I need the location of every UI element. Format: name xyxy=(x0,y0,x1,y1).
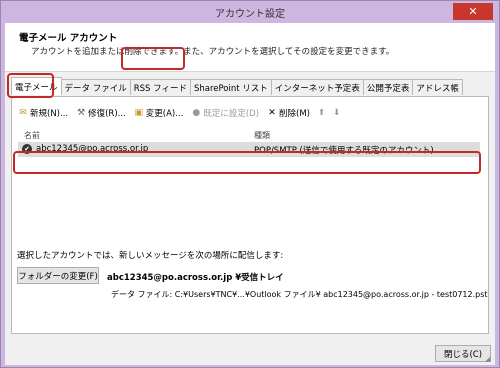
repair-icon: ⚒ xyxy=(77,108,86,118)
change-account-label: 変更(A)... xyxy=(145,109,184,119)
new-mail-icon: ✉ xyxy=(19,108,27,118)
dialog-client: 電子メール アカウント アカウントを追加または削除できます。また、アカウントを選… xyxy=(5,23,495,365)
window-title: アカウント設定 xyxy=(215,8,285,20)
resize-grip-icon[interactable]: ◢ xyxy=(485,355,493,363)
tab-published-calendars[interactable]: 公開予定表 xyxy=(362,79,414,95)
new-account-button[interactable]: ✉ 新規(N)... xyxy=(18,107,68,119)
header-pane: 電子メール アカウント アカウントを追加または削除できます。また、アカウントを選… xyxy=(5,23,495,72)
data-file-path: データ ファイル: C:¥Users¥TNC¥...¥Outlook ファイル¥… xyxy=(111,290,488,299)
up-arrow-icon: ⬆ xyxy=(317,108,326,118)
email-tab-highlight-box xyxy=(7,73,54,98)
repair-account-label: 修復(R)... xyxy=(88,109,126,119)
move-down-button[interactable]: ⬇ xyxy=(333,108,340,118)
delivery-target: abc12345@po.across.or.jp ¥受信トレイ xyxy=(107,273,284,283)
title-bar: アカウント設定 ✕ xyxy=(1,1,499,23)
account-toolbar: ✉ 新規(N)... ⚒ 修復(R)... ▣ 変更(A)... ● 既定に設定… xyxy=(18,105,348,121)
account-list-header: 名前 種類 xyxy=(18,130,480,142)
change-button-highlight-box xyxy=(121,47,185,70)
tab-sharepoint-lists[interactable]: SharePoint リスト xyxy=(189,79,272,95)
change-folder-button[interactable]: フォルダーの変更(F) xyxy=(17,267,99,284)
change-icon: ▣ xyxy=(134,108,144,118)
check-circle-icon: ● xyxy=(192,108,201,118)
set-default-button[interactable]: ● 既定に設定(D) xyxy=(191,107,259,119)
change-account-button[interactable]: ▣ 変更(A)... xyxy=(134,107,184,119)
close-icon: ✕ xyxy=(468,5,478,18)
account-row-highlight-box xyxy=(13,151,481,174)
delivery-label: 選択したアカウントでは、新しいメッセージを次の場所に配信します: xyxy=(17,251,284,261)
repair-account-button[interactable]: ⚒ 修復(R)... xyxy=(76,107,126,119)
down-arrow-icon: ⬇ xyxy=(333,108,341,118)
tab-strip: 電子メール データ ファイル RSS フィード SharePoint リスト イ… xyxy=(11,77,463,97)
column-header-type[interactable]: 種類 xyxy=(254,130,270,141)
tab-data-files[interactable]: データ ファイル xyxy=(60,79,131,95)
page-title: 電子メール アカウント xyxy=(19,33,118,44)
tab-address-books[interactable]: アドレス帳 xyxy=(412,79,463,95)
set-default-label: 既定に設定(D) xyxy=(203,109,260,119)
new-account-label: 新規(N)... xyxy=(30,109,69,119)
account-settings-window: アカウント設定 ✕ 電子メール アカウント アカウントを追加または削除できます。… xyxy=(0,0,500,368)
move-up-button[interactable]: ⬆ xyxy=(318,108,325,118)
page-description: アカウントを追加または削除できます。また、アカウントを選択してその設定を変更でき… xyxy=(31,47,395,57)
delete-account-label: 削除(M) xyxy=(279,109,310,119)
tab-internet-calendars[interactable]: インターネット予定表 xyxy=(270,79,364,95)
tab-rss-feeds[interactable]: RSS フィード xyxy=(129,79,191,95)
window-close-button[interactable]: ✕ xyxy=(453,3,493,20)
column-header-name[interactable]: 名前 xyxy=(24,130,40,141)
delete-account-button[interactable]: ✕ 削除(M) xyxy=(267,107,310,119)
delete-x-icon: ✕ xyxy=(268,108,276,118)
close-button[interactable]: 閉じる(C) xyxy=(435,345,491,362)
